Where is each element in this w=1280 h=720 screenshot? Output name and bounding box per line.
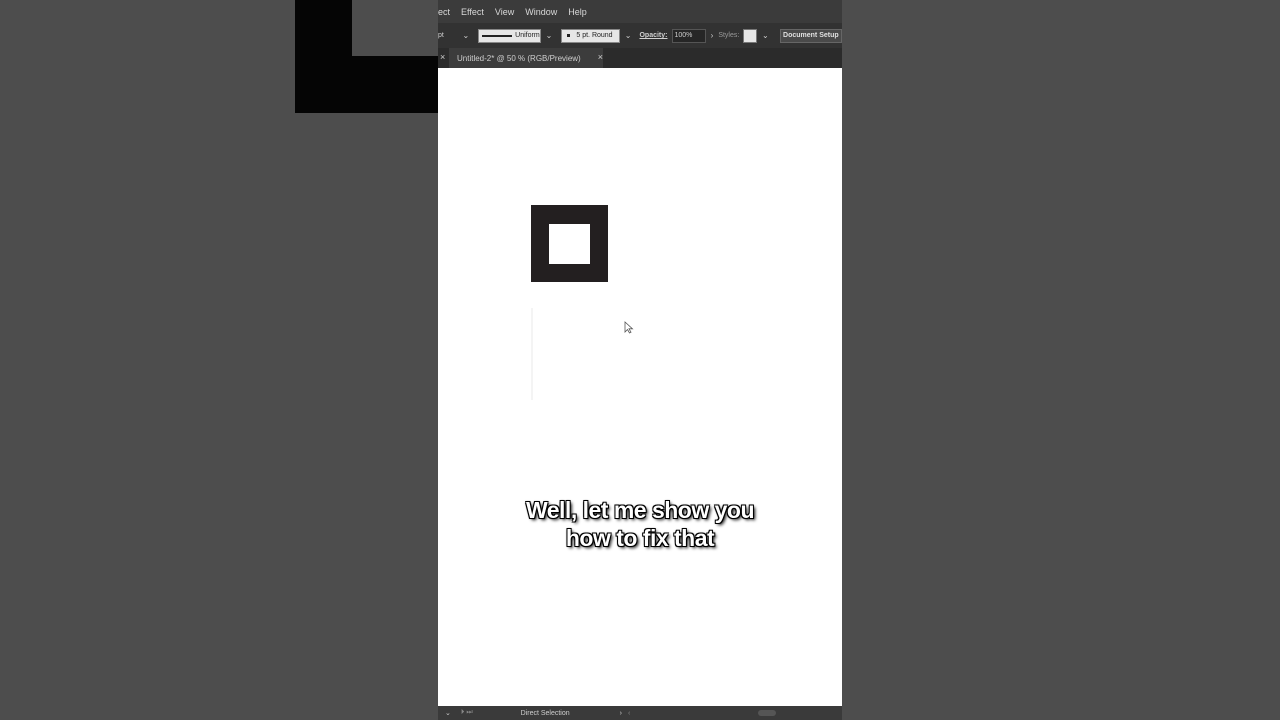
square-hole	[549, 224, 590, 264]
menu-help[interactable]: Help	[568, 7, 587, 17]
artboard[interactable]: Well, let me show you how to fix that	[438, 68, 842, 706]
close-icon[interactable]: ×	[598, 52, 603, 62]
brush-label: 5 pt. Round	[576, 32, 613, 39]
document-setup-button[interactable]: Document Setup	[779, 28, 842, 43]
styles-swatch[interactable]	[743, 28, 757, 43]
cursor-arrow-icon	[624, 321, 634, 334]
subtitle-caption: Well, let me show you how to fix that	[438, 496, 842, 552]
scrollbar-thumb[interactable]	[758, 710, 777, 716]
tab-document[interactable]: Untitled-2* @ 50 % (RGB/Preview) ×	[449, 48, 603, 68]
document-tab-bar: × Untitled-2* @ 50 % (RGB/Preview) ×	[438, 48, 842, 68]
menu-bar: ect Effect View Window Help	[438, 0, 842, 23]
brush-dot-icon	[567, 34, 571, 37]
caption-line-1: Well, let me show you	[525, 497, 755, 523]
status-bar: ⌄ ⏵ ⏭ Direct Selection › ‹	[438, 706, 842, 720]
menu-effect[interactable]: Effect	[461, 7, 484, 17]
chevron-left-icon[interactable]: ‹	[628, 710, 630, 717]
chevron-down-icon[interactable]: ⌄	[625, 31, 632, 40]
stroke-profile-label: Uniform	[515, 32, 540, 39]
styles-label: Styles:	[718, 32, 740, 39]
close-icon[interactable]: ×	[440, 52, 445, 62]
menu-view[interactable]: View	[495, 7, 514, 17]
caption-line-2: how to fix that	[565, 525, 715, 551]
selected-square-shape[interactable]	[531, 205, 608, 282]
illustrator-window: ect Effect View Window Help pt ⌄ Uniform…	[438, 0, 842, 720]
control-bar: pt ⌄ Uniform ⌄ 5 pt. Round ⌄ Opacity: 10…	[438, 23, 842, 48]
brush-dropdown[interactable]: 5 pt. Round	[561, 28, 620, 43]
chevron-right-icon[interactable]: ›	[620, 710, 622, 717]
chevron-down-icon[interactable]: ⌄	[546, 31, 553, 40]
stroke-line-icon	[482, 34, 513, 37]
current-tool-label: Direct Selection	[520, 709, 570, 717]
background-shape-cutout	[352, 0, 438, 56]
stroke-profile-dropdown[interactable]: Uniform	[478, 28, 541, 43]
menu-select[interactable]: ect	[438, 7, 450, 17]
stroke-weight-unit[interactable]: pt	[438, 32, 457, 39]
opacity-label[interactable]: Opacity:	[639, 32, 667, 39]
document-setup-label: Document Setup	[783, 32, 839, 39]
menu-window[interactable]: Window	[525, 7, 557, 17]
chevron-down-icon[interactable]: ⌄	[462, 31, 469, 40]
chevron-down-icon[interactable]: ⌄	[762, 31, 769, 40]
nav-arrows-icon[interactable]: ⏵ ⏭	[461, 709, 473, 717]
opacity-value: 100%	[674, 32, 693, 39]
faint-guide	[531, 308, 533, 400]
document-tab-title: Untitled-2* @ 50 % (RGB/Preview)	[457, 53, 581, 63]
opacity-input[interactable]: 100%	[671, 28, 706, 43]
chevron-right-icon[interactable]: ›	[711, 31, 714, 40]
chevron-down-icon[interactable]: ⌄	[445, 709, 451, 717]
